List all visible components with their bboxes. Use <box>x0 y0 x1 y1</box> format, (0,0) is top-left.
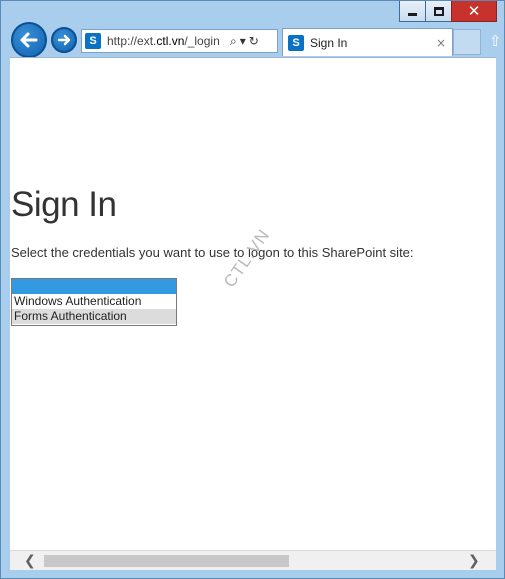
forward-button[interactable] <box>51 27 77 53</box>
credentials-listbox[interactable]: Windows Authentication Forms Authenticat… <box>11 278 177 326</box>
url-prefix: http://ext. <box>107 34 157 48</box>
search-icon[interactable]: ⌕ <box>230 34 237 49</box>
page-content: Sign In Select the credentials you want … <box>10 57 496 550</box>
browser-window: ✕ S http://ext.ctl.vn/_login ⌕ ▾ ↻ S Sig… <box>0 0 505 579</box>
tab-title: Sign In <box>310 35 348 50</box>
page-title: Sign In <box>11 185 117 224</box>
address-bar[interactable]: S http://ext.ctl.vn/_login ⌕ ▾ ↻ <box>81 29 278 53</box>
tab-sign-in[interactable]: S Sign In × <box>282 28 453 56</box>
minimize-button[interactable] <box>399 1 426 22</box>
horizontal-scrollbar[interactable]: ❮ ❯ <box>10 550 496 570</box>
listbox-option-windows-auth[interactable]: Windows Authentication <box>12 294 176 309</box>
scrollbar-thumb[interactable] <box>44 555 289 567</box>
refresh-icon[interactable]: ↻ <box>249 34 259 48</box>
maximize-icon <box>433 6 444 16</box>
scroll-right-icon[interactable]: ❯ <box>468 553 480 569</box>
arrow-left-icon <box>20 32 38 48</box>
new-tab-button[interactable] <box>453 29 481 55</box>
maximize-button[interactable] <box>425 1 452 22</box>
close-icon: ✕ <box>467 1 481 20</box>
chevron-down-icon[interactable]: ▾ <box>240 34 246 48</box>
scroll-left-icon[interactable]: ❮ <box>24 553 36 569</box>
tab-close-icon[interactable]: × <box>436 36 446 50</box>
listbox-option-forms-auth[interactable]: Forms Authentication <box>12 309 176 324</box>
url-domain: ctl.vn <box>156 34 185 48</box>
minimize-icon <box>408 12 417 16</box>
instruction-text: Select the credentials you want to use t… <box>11 245 414 260</box>
arrow-right-icon <box>57 34 71 46</box>
close-button[interactable]: ✕ <box>451 1 497 22</box>
home-icon[interactable]: ⇧ <box>489 32 502 50</box>
sharepoint-tab-icon: S <box>288 34 304 51</box>
listbox-option-empty[interactable] <box>12 279 176 294</box>
url-suffix: /_login <box>184 34 220 48</box>
url-text[interactable]: http://ext.ctl.vn/_login <box>107 34 227 48</box>
sharepoint-site-icon: S <box>85 33 101 49</box>
back-button[interactable] <box>11 22 47 58</box>
